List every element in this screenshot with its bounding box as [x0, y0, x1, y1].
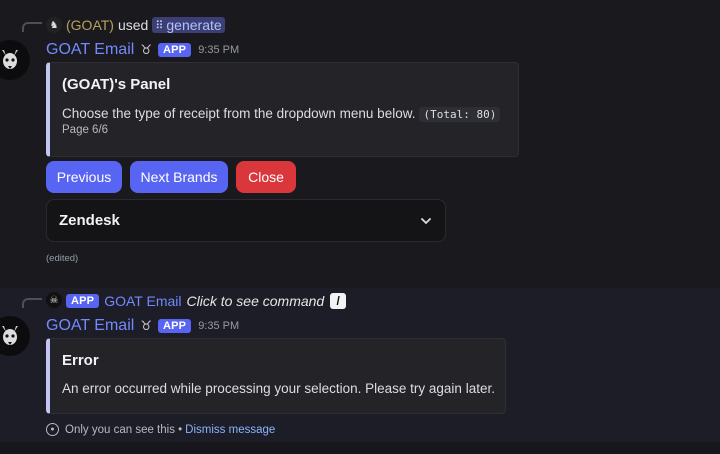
ephemeral-note: ● Only you can see this • Dismiss messag… — [46, 423, 275, 436]
used-text: used — [117, 17, 149, 33]
author-name[interactable]: GOAT Email — [46, 41, 134, 59]
slash-command-icon: / — [330, 293, 347, 309]
timestamp[interactable]: 9:35 PM — [198, 44, 239, 56]
replied-bot-avatar[interactable]: ☠ — [46, 292, 62, 308]
timestamp[interactable]: 9:35 PM — [198, 320, 239, 332]
reply-context: (GOAT) used ⠿ generate — [66, 16, 225, 34]
author-avatar[interactable] — [0, 316, 30, 356]
goat-emoji-icon: ♉ — [140, 318, 152, 333]
chevron-down-icon — [421, 217, 431, 224]
command-mention[interactable]: ⠿ generate — [152, 17, 225, 33]
close-button[interactable]: Close — [236, 161, 296, 193]
embed-description: An error occurred while processing your … — [62, 381, 495, 396]
next-message-edge — [0, 442, 720, 454]
author-name[interactable]: GOAT Email — [46, 317, 134, 335]
embed-title: (GOAT)'s Panel — [62, 76, 171, 93]
total-code: (Total: 80) — [419, 107, 501, 122]
app-badge: APP — [157, 43, 192, 57]
error-embed: Error An error occurred while processing… — [46, 338, 506, 414]
eye-icon: ● — [46, 423, 59, 436]
message-1: ♞ (GOAT) used ⠿ generate GOAT Email ♉ AP… — [0, 0, 720, 288]
replied-user-name[interactable]: (GOAT) — [66, 17, 114, 33]
command-name: generate — [166, 17, 222, 33]
app-badge: APP — [66, 294, 100, 308]
author-avatar[interactable] — [0, 40, 30, 80]
goat-skull-icon — [2, 326, 18, 345]
previous-button[interactable]: Previous — [46, 161, 122, 193]
reply-connector — [22, 22, 42, 32]
receipt-type-select[interactable]: Zendesk — [46, 199, 446, 242]
goat-skull-icon — [2, 50, 18, 69]
message-header: GOAT Email ♉ APP 9:35 PM — [46, 40, 239, 60]
app-badge: APP — [157, 319, 192, 333]
next-brands-button[interactable]: Next Brands — [130, 161, 228, 193]
replied-author-name: GOAT Email — [104, 293, 182, 309]
embed-title: Error — [62, 352, 99, 369]
reply-context[interactable]: APP GOAT Email Click to see command / — [66, 292, 347, 310]
message-header: GOAT Email ♉ APP 9:35 PM — [46, 316, 239, 336]
dismiss-message-link[interactable]: Dismiss message — [185, 424, 275, 436]
embed-description-text: Choose the type of receipt from the drop… — [62, 106, 416, 121]
embed-page-footer: Page 6/6 — [62, 124, 109, 136]
goat-emoji-icon: ♉ — [140, 42, 152, 57]
select-value: Zendesk — [59, 212, 120, 229]
apps-icon: ⠿ — [155, 19, 164, 32]
panel-embed: (GOAT)'s Panel Choose the type of receip… — [46, 62, 519, 157]
embed-description: Choose the type of receipt from the drop… — [62, 106, 501, 122]
click-to-see-command[interactable]: Click to see command — [187, 293, 325, 309]
reply-connector — [22, 298, 42, 308]
edited-marker: (edited) — [46, 253, 79, 264]
message-2: ☠ APP GOAT Email Click to see command / … — [0, 288, 720, 442]
replied-user-avatar[interactable]: ♞ — [46, 17, 62, 33]
ephemeral-text: Only you can see this • — [65, 423, 183, 436]
